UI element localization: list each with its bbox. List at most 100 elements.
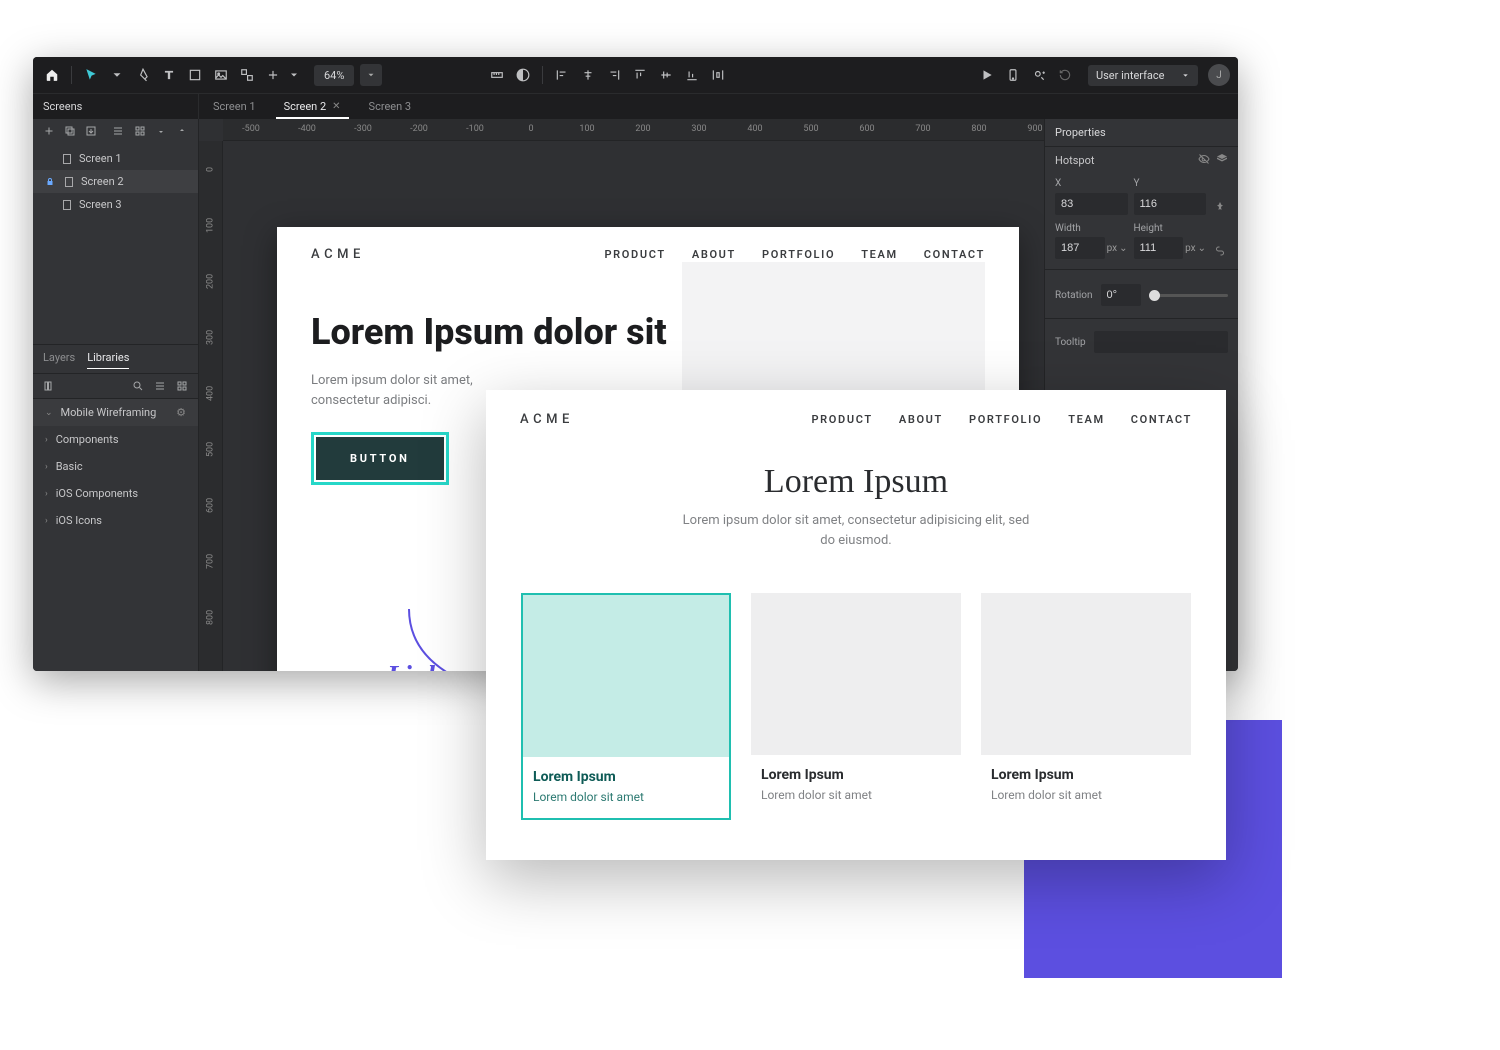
component-tool[interactable] (236, 64, 258, 86)
screen-item-2[interactable]: Screen 2 (33, 170, 198, 193)
layers-tab[interactable]: Layers (43, 351, 75, 369)
card-title: Lorem Ipsum (751, 755, 961, 785)
screen-item-1[interactable]: Screen 1 (33, 147, 198, 170)
library-group-ios-components[interactable]: ›iOS Components (33, 480, 198, 507)
align-top[interactable] (629, 64, 651, 86)
hotspot-label: Hotspot (1055, 154, 1094, 167)
device-preview[interactable] (1002, 64, 1024, 86)
measure-tool[interactable] (486, 64, 508, 86)
preview-nav-contact[interactable]: CONTACT (1131, 413, 1192, 426)
align-left[interactable] (551, 64, 573, 86)
pin-position-button[interactable] (1212, 199, 1228, 215)
zoom-dropdown[interactable] (360, 64, 382, 86)
preview-card-1[interactable]: Lorem Ipsum Lorem dolor sit amet (521, 593, 731, 820)
play-button[interactable] (976, 64, 998, 86)
library-group-mobile[interactable]: ⌄Mobile Wireframing ⚙ (33, 399, 198, 426)
preview-card-2[interactable]: Lorem Ipsum Lorem dolor sit amet (751, 593, 961, 820)
import-button[interactable] (84, 123, 99, 139)
card-sub: Lorem dolor sit amet (751, 785, 961, 816)
duplicate-screen-button[interactable] (62, 123, 77, 139)
width-input[interactable] (1055, 237, 1105, 259)
tooltip-label: Tooltip (1055, 337, 1086, 348)
sort-down-button[interactable] (153, 123, 168, 139)
image-tool[interactable] (210, 64, 232, 86)
height-input[interactable] (1134, 237, 1184, 259)
card-image-placeholder (523, 595, 729, 757)
visibility-toggle-icon[interactable] (1198, 153, 1210, 168)
rotation-label: Rotation (1055, 290, 1093, 301)
tab-screen-2[interactable]: Screen 2✕ (270, 94, 355, 119)
tooltip-input[interactable] (1094, 331, 1228, 353)
tab-screen-1[interactable]: Screen 1 (199, 94, 270, 119)
close-icon[interactable]: ✕ (332, 101, 340, 112)
cta-button[interactable]: BUTTON (316, 437, 444, 480)
x-input[interactable] (1055, 193, 1128, 215)
chevron-down-icon[interactable]: ⌄ (1198, 243, 1206, 254)
align-right[interactable] (603, 64, 625, 86)
rotation-slider[interactable] (1149, 294, 1228, 297)
tab-screen-3[interactable]: Screen 3 (355, 94, 426, 119)
align-bottom[interactable] (681, 64, 703, 86)
library-group-basic[interactable]: ›Basic (33, 453, 198, 480)
text-tool[interactable] (158, 64, 180, 86)
add-screen-button[interactable] (41, 123, 56, 139)
preview-nav-product[interactable]: PRODUCT (811, 413, 872, 426)
library-grid-button[interactable] (174, 378, 190, 394)
brand-logo: ACME (311, 247, 365, 262)
select-tool[interactable] (80, 64, 102, 86)
y-input[interactable] (1134, 193, 1207, 215)
hotspot-selection[interactable]: BUTTON (311, 432, 449, 485)
library-list-button[interactable] (152, 378, 168, 394)
gear-icon[interactable]: ⚙ (176, 406, 186, 419)
library-group-ios-icons[interactable]: ›iOS Icons (33, 507, 198, 534)
preview-card-3[interactable]: Lorem Ipsum Lorem dolor sit amet (981, 593, 1191, 820)
nav-team[interactable]: TEAM (861, 248, 898, 261)
preview-nav-team[interactable]: TEAM (1068, 413, 1105, 426)
nav-product[interactable]: PRODUCT (604, 248, 665, 261)
nav-portfolio[interactable]: PORTFOLIO (762, 248, 835, 261)
pen-tool[interactable] (132, 64, 154, 86)
library-columns-button[interactable] (41, 378, 57, 394)
add-caret[interactable] (288, 64, 300, 86)
shape-tool[interactable] (184, 64, 206, 86)
home-button[interactable] (41, 64, 63, 86)
align-middle-v[interactable] (655, 64, 677, 86)
height-unit[interactable]: px (1185, 243, 1196, 254)
sort-up-button[interactable] (175, 123, 190, 139)
tab-row: Screens Screen 1 Screen 2✕ Screen 3 (33, 93, 1238, 119)
preview-nav-about[interactable]: ABOUT (899, 413, 943, 426)
preview-brand: ACME (520, 412, 574, 427)
zoom-value[interactable]: 64% (314, 65, 354, 86)
card-title: Lorem Ipsum (523, 757, 729, 787)
libraries-tab[interactable]: Libraries (87, 351, 129, 369)
add-tool[interactable] (262, 64, 284, 86)
link-annotation: Link (387, 661, 441, 671)
grid-view-button[interactable] (132, 123, 147, 139)
screens-panel-header: Screens (33, 94, 199, 119)
card-sub: Lorem dolor sit amet (981, 785, 1191, 816)
preview-nav-portfolio[interactable]: PORTFOLIO (969, 413, 1042, 426)
card-image-placeholder (751, 593, 961, 755)
rotation-input[interactable] (1101, 284, 1141, 306)
contrast-tool[interactable] (512, 64, 534, 86)
distribute-tool[interactable] (707, 64, 729, 86)
share-button[interactable] (1028, 64, 1050, 86)
library-search-button[interactable] (130, 378, 146, 394)
card-sub: Lorem dolor sit amet (523, 787, 729, 818)
library-group-components[interactable]: ›Components (33, 426, 198, 453)
width-unit[interactable]: px (1107, 243, 1118, 254)
screen-item-3[interactable]: Screen 3 (33, 193, 198, 216)
nav-about[interactable]: ABOUT (692, 248, 736, 261)
layers-icon[interactable] (1216, 153, 1228, 168)
user-avatar[interactable]: J (1208, 64, 1230, 86)
card-title: Lorem Ipsum (981, 755, 1191, 785)
nav-contact[interactable]: CONTACT (924, 248, 985, 261)
history-button[interactable] (1054, 64, 1076, 86)
nav: PRODUCT ABOUT PORTFOLIO TEAM CONTACT (604, 248, 985, 261)
link-dimensions-button[interactable] (1212, 243, 1228, 259)
chevron-down-icon[interactable]: ⌄ (1119, 243, 1127, 254)
select-caret[interactable] (106, 64, 128, 86)
list-view-button[interactable] (111, 123, 126, 139)
align-center-h[interactable] (577, 64, 599, 86)
library-select[interactable]: User interface (1088, 65, 1198, 86)
